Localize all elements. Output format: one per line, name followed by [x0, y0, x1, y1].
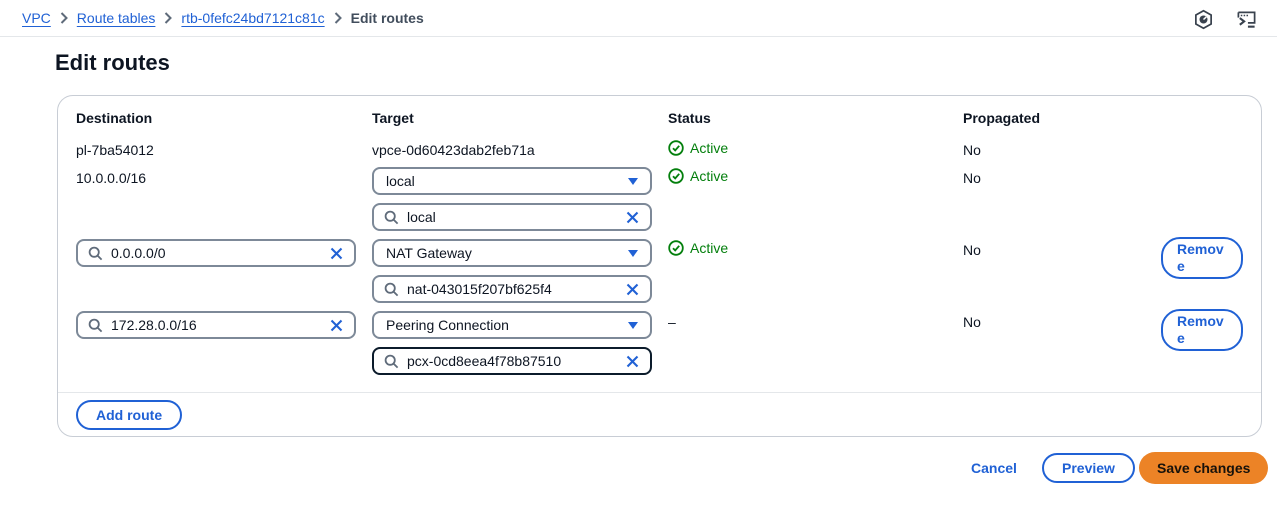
chevron-right-icon: [60, 12, 68, 24]
route4-destination-field: [76, 311, 356, 339]
route1-status: Active: [668, 140, 728, 156]
route3-target-select[interactable]: NAT Gateway: [372, 239, 652, 267]
route2-destination: 10.0.0.0/16: [76, 170, 146, 186]
route3-status-label: Active: [690, 240, 728, 256]
edit-routes-page: VPC Route tables rtb-0fefc24bd7121c81c E…: [0, 0, 1277, 510]
save-changes-button[interactable]: Save changes: [1139, 452, 1268, 484]
chevron-down-icon: [628, 178, 638, 185]
route4-remove-button[interactable]: Remove: [1161, 309, 1243, 351]
topbar-divider: [0, 36, 1277, 37]
breadcrumb-current: Edit routes: [351, 10, 424, 26]
route3-target-search: [372, 275, 652, 303]
route4-target-search-input[interactable]: [407, 353, 617, 369]
route2-target-select[interactable]: local: [372, 167, 652, 195]
breadcrumb-vpc[interactable]: VPC: [22, 10, 51, 26]
route2-status: Active: [668, 168, 728, 184]
route3-status: Active: [668, 240, 728, 256]
route2-target-search: [372, 203, 652, 231]
preview-button[interactable]: Preview: [1042, 453, 1135, 483]
breadcrumb-route-tables[interactable]: Route tables: [77, 10, 156, 26]
clear-x-icon[interactable]: [625, 210, 640, 225]
route1-target: vpce-0d60423dab2feb71a: [372, 142, 535, 158]
page-title: Edit routes: [55, 50, 170, 76]
clear-x-icon[interactable]: [329, 246, 344, 261]
clear-x-icon[interactable]: [625, 354, 640, 369]
route3-destination-field: [76, 239, 356, 267]
route3-target-search-input[interactable]: [407, 281, 617, 297]
column-header-target: Target: [372, 110, 414, 126]
search-icon: [88, 246, 103, 261]
add-route-button[interactable]: Add route: [76, 400, 182, 430]
route1-status-label: Active: [690, 140, 728, 156]
chevron-right-icon: [164, 12, 172, 24]
column-header-propagated: Propagated: [963, 110, 1040, 126]
column-header-status: Status: [668, 110, 711, 126]
route4-target-search: [372, 347, 652, 375]
chevron-right-icon: [334, 12, 342, 24]
route4-propagated: No: [963, 314, 981, 330]
chevron-down-icon: [628, 250, 638, 257]
clear-x-icon[interactable]: [329, 318, 344, 333]
search-icon: [384, 210, 399, 225]
clear-x-icon[interactable]: [625, 282, 640, 297]
search-icon: [88, 318, 103, 333]
search-icon: [384, 354, 399, 369]
column-header-destination: Destination: [76, 110, 152, 126]
route1-propagated: No: [963, 142, 981, 158]
search-icon: [384, 282, 399, 297]
route2-target-select-value: local: [386, 173, 415, 189]
route2-target-search-input[interactable]: [407, 209, 617, 225]
route3-propagated: No: [963, 242, 981, 258]
history-hexagon-icon[interactable]: [1193, 9, 1214, 30]
route4-target-select[interactable]: Peering Connection: [372, 311, 652, 339]
route3-target-select-value: NAT Gateway: [386, 245, 472, 261]
breadcrumb-route-table-id[interactable]: rtb-0fefc24bd7121c81c: [181, 10, 324, 26]
route3-remove-button[interactable]: Remove: [1161, 237, 1243, 279]
route2-status-label: Active: [690, 168, 728, 184]
routes-card: Destination Target Status Propagated pl-…: [57, 95, 1262, 437]
cloudshell-terminal-icon[interactable]: [1236, 9, 1257, 30]
status-active-icon: [668, 140, 684, 156]
route4-destination-input[interactable]: [111, 317, 321, 333]
route1-destination: pl-7ba54012: [76, 142, 154, 158]
status-active-icon: [668, 240, 684, 256]
route2-propagated: No: [963, 170, 981, 186]
route4-target-select-value: Peering Connection: [386, 317, 509, 333]
cancel-link[interactable]: Cancel: [971, 460, 1017, 476]
topbar-icons: [1193, 9, 1257, 30]
route3-destination-input[interactable]: [111, 245, 321, 261]
status-active-icon: [668, 168, 684, 184]
route4-status: –: [668, 314, 676, 330]
chevron-down-icon: [628, 322, 638, 329]
card-footer-divider: [58, 392, 1261, 393]
breadcrumb: VPC Route tables rtb-0fefc24bd7121c81c E…: [22, 10, 424, 26]
